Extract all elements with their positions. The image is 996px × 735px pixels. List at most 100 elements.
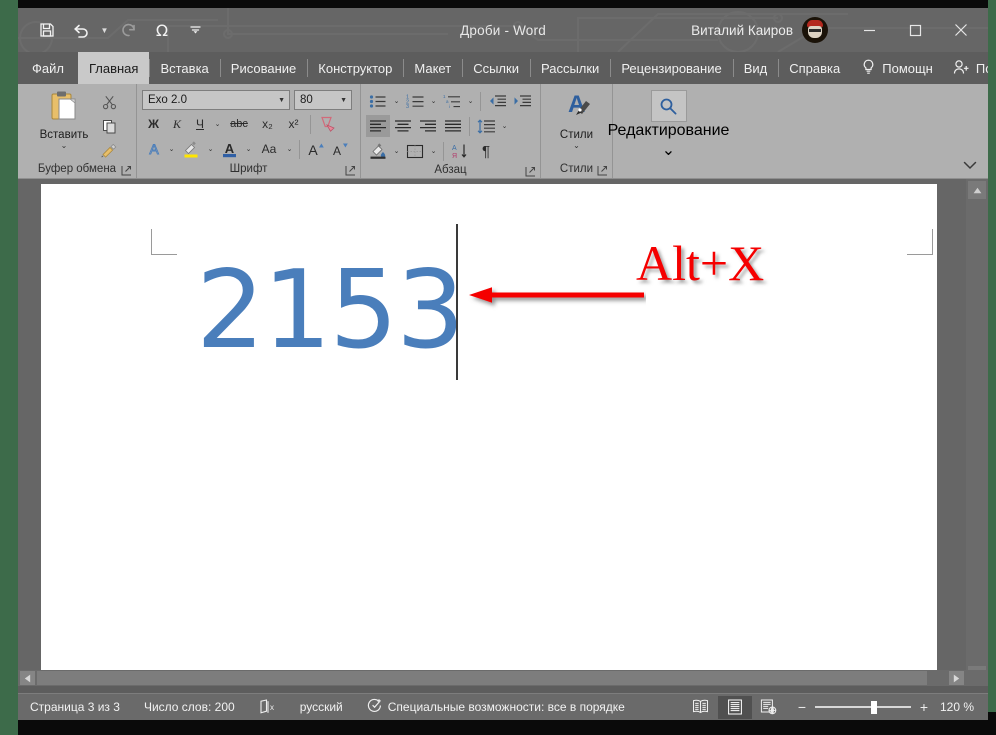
sort-icon[interactable]: А Я <box>448 140 472 162</box>
symbol-omega-icon[interactable]: Ω <box>147 15 177 45</box>
strikethrough-button[interactable]: abc <box>224 113 254 135</box>
underline-dropdown-icon[interactable]: ⌄ <box>212 113 223 135</box>
text-effects-dropdown-icon[interactable]: ⌄ <box>166 138 177 160</box>
subscript-button[interactable]: x₂ <box>255 113 280 135</box>
account-info[interactable]: Виталий Каиров <box>691 8 828 52</box>
save-icon[interactable] <box>32 15 62 45</box>
grow-font-icon[interactable]: A <box>304 138 327 160</box>
tab-view[interactable]: Вид <box>733 52 779 84</box>
font-color-icon[interactable]: A <box>217 138 242 160</box>
print-layout-icon[interactable] <box>718 696 752 719</box>
paste-button[interactable]: Вставить ⌄ <box>33 88 95 150</box>
read-mode-icon[interactable] <box>684 696 718 719</box>
line-spacing-icon[interactable] <box>474 115 498 137</box>
customize-qat-icon[interactable] <box>180 15 210 45</box>
tab-references[interactable]: Ссылки <box>462 52 530 84</box>
tell-me-box[interactable]: Помощн <box>851 52 943 84</box>
tab-file[interactable]: Файл <box>18 52 78 84</box>
decrease-indent-icon[interactable] <box>485 90 509 112</box>
document-text[interactable]: 2153 <box>196 257 463 365</box>
zoom-level[interactable]: 120 % <box>940 700 988 714</box>
highlight-dropdown-icon[interactable]: ⌄ <box>205 138 216 160</box>
tab-draw[interactable]: Рисование <box>220 52 307 84</box>
copy-icon[interactable] <box>97 115 121 137</box>
multilevel-dropdown-icon[interactable]: ⌄ <box>465 90 476 112</box>
line-spacing-dropdown-icon[interactable]: ⌄ <box>499 115 510 137</box>
horizontal-scrollbar[interactable] <box>18 670 988 686</box>
share-button[interactable]: Поделиться <box>943 52 988 84</box>
horizontal-scroll-thumb[interactable] <box>37 671 927 685</box>
multilevel-list-icon[interactable]: 1ai <box>440 90 464 112</box>
vertical-scrollbar[interactable] <box>966 179 988 686</box>
document-page[interactable]: 2153 Alt+X <box>41 184 937 686</box>
superscript-button[interactable]: x² <box>281 113 306 135</box>
increase-indent-icon[interactable] <box>510 90 534 112</box>
bullets-dropdown-icon[interactable]: ⌄ <box>391 90 402 112</box>
styles-dialog-launcher-icon[interactable] <box>597 165 608 176</box>
zoom-in-button[interactable]: + <box>918 699 930 715</box>
word-count[interactable]: Число слов: 200 <box>132 694 247 721</box>
font-dialog-launcher-icon[interactable] <box>345 165 356 176</box>
scroll-up-icon[interactable] <box>968 181 986 199</box>
page-indicator[interactable]: Страница 3 из 3 <box>18 694 132 721</box>
spelling-check-icon[interactable]: x <box>247 694 288 721</box>
underline-button[interactable]: Ч <box>189 113 211 135</box>
paragraph-dialog-launcher-icon[interactable] <box>525 166 536 177</box>
change-case-dropdown-icon[interactable]: ⌄ <box>284 138 295 160</box>
tab-design[interactable]: Конструктор <box>307 52 403 84</box>
tab-review[interactable]: Рецензирование <box>610 52 732 84</box>
text-effects-icon[interactable]: A <box>142 138 165 160</box>
styles-button[interactable]: A Стили ⌄ <box>546 88 607 150</box>
align-center-icon[interactable] <box>391 115 415 137</box>
align-right-icon[interactable] <box>416 115 440 137</box>
shading-icon[interactable] <box>366 140 390 162</box>
font-color-dropdown-icon[interactable]: ⌄ <box>243 138 254 160</box>
italic-button[interactable]: К <box>166 113 188 135</box>
zoom-slider-thumb[interactable] <box>871 701 877 714</box>
zoom-slider[interactable] <box>815 700 911 714</box>
clear-formatting-icon[interactable] <box>315 113 341 135</box>
format-painter-icon[interactable] <box>97 139 121 161</box>
tab-insert[interactable]: Вставка <box>149 52 219 84</box>
highlight-color-icon[interactable] <box>178 138 204 160</box>
font-size-dropdown-icon[interactable]: ▼ <box>340 97 347 104</box>
justify-icon[interactable] <box>441 115 465 137</box>
undo-dropdown-icon[interactable]: ▼ <box>98 15 111 45</box>
borders-dropdown-icon[interactable]: ⌄ <box>428 140 439 162</box>
undo-icon[interactable] <box>65 15 95 45</box>
zoom-out-button[interactable]: − <box>796 699 808 715</box>
collapse-ribbon-icon[interactable] <box>960 156 980 174</box>
bullets-icon[interactable] <box>366 90 390 112</box>
tab-layout[interactable]: Макет <box>403 52 462 84</box>
web-layout-icon[interactable] <box>752 696 786 719</box>
maximize-button[interactable] <box>892 8 938 52</box>
editing-dropdown-icon[interactable]: ⌄ <box>662 140 675 160</box>
font-name-dropdown-icon[interactable]: ▼ <box>278 97 285 104</box>
scroll-right-icon[interactable] <box>949 671 964 685</box>
clipboard-dialog-launcher-icon[interactable] <box>121 165 132 176</box>
change-case-button[interactable]: Aa <box>255 138 283 160</box>
tab-mailings[interactable]: Рассылки <box>530 52 610 84</box>
paste-dropdown-icon[interactable]: ⌄ <box>61 142 68 150</box>
bold-button[interactable]: Ж <box>142 113 165 135</box>
cut-icon[interactable] <box>97 91 121 113</box>
font-size-combo[interactable]: 80 ▼ <box>294 90 352 110</box>
scroll-left-icon[interactable] <box>20 671 35 685</box>
accessibility-status[interactable]: Специальные возможности: все в порядке <box>355 694 637 721</box>
editing-button[interactable]: Редактирование ⌄ <box>617 88 721 160</box>
avatar[interactable] <box>802 17 828 43</box>
tab-help[interactable]: Справка <box>778 52 851 84</box>
show-marks-button[interactable]: ¶ <box>473 140 499 162</box>
font-name-combo[interactable]: Exo 2.0 ▼ <box>142 90 290 110</box>
close-button[interactable] <box>938 8 984 52</box>
styles-dropdown-icon[interactable]: ⌄ <box>573 142 580 150</box>
borders-icon[interactable] <box>403 140 427 162</box>
language-indicator[interactable]: русский <box>288 694 355 721</box>
tab-home[interactable]: Главная <box>78 52 149 84</box>
shading-dropdown-icon[interactable]: ⌄ <box>391 140 402 162</box>
minimize-button[interactable] <box>846 8 892 52</box>
align-left-icon[interactable] <box>366 115 390 137</box>
shrink-font-icon[interactable]: A <box>328 138 351 160</box>
numbering-dropdown-icon[interactable]: ⌄ <box>428 90 439 112</box>
numbering-icon[interactable]: 123 <box>403 90 427 112</box>
